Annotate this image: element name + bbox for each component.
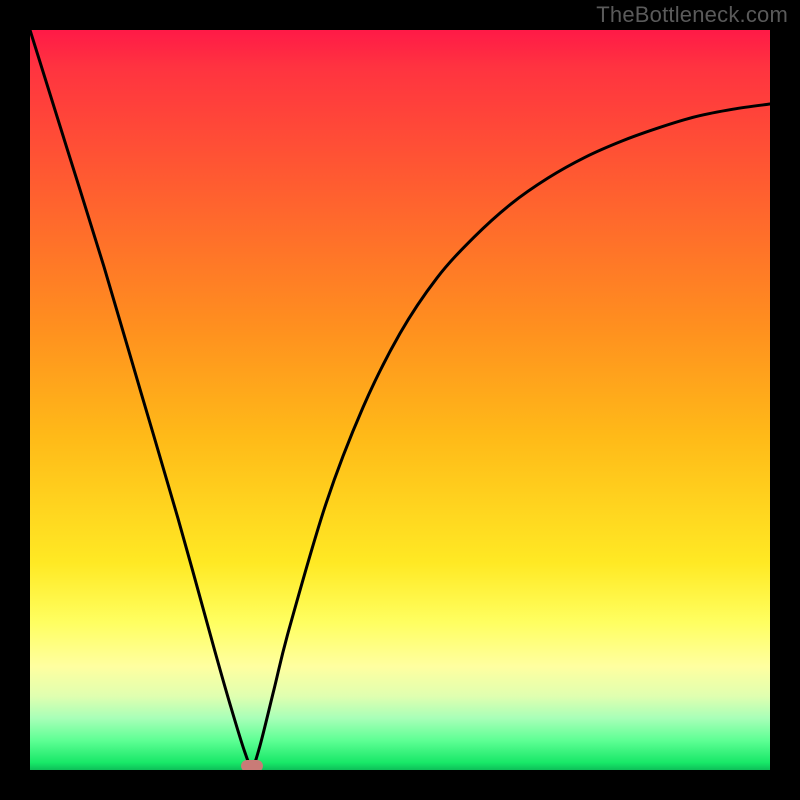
minimum-marker bbox=[241, 760, 263, 770]
curve-svg bbox=[30, 30, 770, 770]
chart-frame: TheBottleneck.com bbox=[0, 0, 800, 800]
bottleneck-curve bbox=[30, 30, 770, 766]
plot-area bbox=[30, 30, 770, 770]
watermark-text: TheBottleneck.com bbox=[596, 2, 788, 28]
